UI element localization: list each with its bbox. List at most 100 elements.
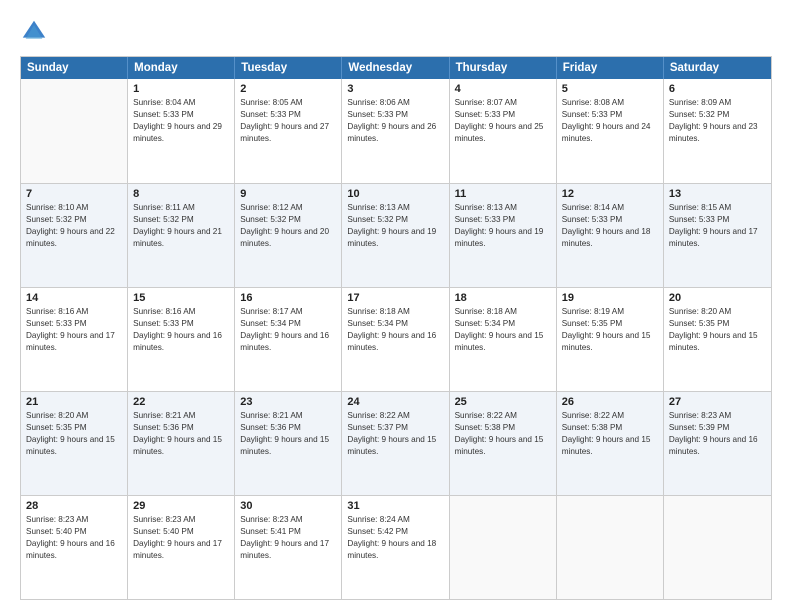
header-day-monday: Monday [128,57,235,79]
calendar-cell-2-3: 17Sunrise: 8:18 AM Sunset: 5:34 PM Dayli… [342,288,449,391]
day-info: Sunrise: 8:13 AM Sunset: 5:32 PM Dayligh… [347,202,443,250]
calendar-body: 1Sunrise: 8:04 AM Sunset: 5:33 PM Daylig… [21,79,771,599]
calendar-cell-0-1: 1Sunrise: 8:04 AM Sunset: 5:33 PM Daylig… [128,79,235,183]
day-number: 18 [455,292,551,304]
day-number: 10 [347,188,443,200]
logo-icon [20,18,48,46]
day-info: Sunrise: 8:09 AM Sunset: 5:32 PM Dayligh… [669,97,766,145]
day-info: Sunrise: 8:13 AM Sunset: 5:33 PM Dayligh… [455,202,551,250]
calendar-cell-4-6 [664,496,771,599]
day-info: Sunrise: 8:23 AM Sunset: 5:39 PM Dayligh… [669,410,766,458]
day-number: 6 [669,83,766,95]
calendar-cell-3-5: 26Sunrise: 8:22 AM Sunset: 5:38 PM Dayli… [557,392,664,495]
page: SundayMondayTuesdayWednesdayThursdayFrid… [0,0,792,612]
calendar-cell-3-4: 25 Sunrise: 8:22 AM Sunset: 5:38 PM Dayli… [450,392,557,495]
calendar-cell-2-4: 18 Sunrise: 8:18 AM Sunset: 5:34 PM Dayli… [450,288,557,391]
day-number: 4 [455,83,551,95]
header-day-thursday: Thursday [450,57,557,79]
calendar-cell-4-2: 30 Sunrise: 8:23 AM Sunset: 5:41 PM Dayli… [235,496,342,599]
calendar-cell-3-3: 24 Sunrise: 8:22 AM Sunset: 5:37 PM Dayli… [342,392,449,495]
calendar-cell-4-5 [557,496,664,599]
day-info: Sunrise: 8:22 AM Sunset: 5:37 PM Dayligh… [347,410,443,458]
day-info: Sunrise: 8:07 AM Sunset: 5:33 PM Dayligh… [455,97,551,145]
header-day-tuesday: Tuesday [235,57,342,79]
day-number: 21 [26,396,122,408]
calendar-cell-2-0: 14 Sunrise: 8:16 AM Sunset: 5:33 PM Dayli… [21,288,128,391]
calendar-row-1: 7 Sunrise: 8:10 AM Sunset: 5:32 PM Daylig… [21,183,771,287]
day-number: 29 [133,500,229,512]
day-info: Sunrise: 8:21 AM Sunset: 5:36 PM Dayligh… [133,410,229,458]
calendar-cell-1-3: 10 Sunrise: 8:13 AM Sunset: 5:32 PM Dayli… [342,184,449,287]
calendar-cell-3-2: 23Sunrise: 8:21 AM Sunset: 5:36 PM Dayli… [235,392,342,495]
calendar-cell-3-1: 22 Sunrise: 8:21 AM Sunset: 5:36 PM Dayli… [128,392,235,495]
day-info: Sunrise: 8:14 AM Sunset: 5:33 PM Dayligh… [562,202,658,250]
calendar-cell-0-6: 6 Sunrise: 8:09 AM Sunset: 5:32 PM Daylig… [664,79,771,183]
day-number: 16 [240,292,336,304]
day-number: 1 [133,83,229,95]
calendar-row-0: 1Sunrise: 8:04 AM Sunset: 5:33 PM Daylig… [21,79,771,183]
day-info: Sunrise: 8:10 AM Sunset: 5:32 PM Dayligh… [26,202,122,250]
day-info: Sunrise: 8:08 AM Sunset: 5:33 PM Dayligh… [562,97,658,145]
day-number: 7 [26,188,122,200]
calendar-row-2: 14 Sunrise: 8:16 AM Sunset: 5:33 PM Dayli… [21,287,771,391]
calendar-cell-0-3: 3 Sunrise: 8:06 AM Sunset: 5:33 PM Daylig… [342,79,449,183]
day-info: Sunrise: 8:05 AM Sunset: 5:33 PM Dayligh… [240,97,336,145]
calendar-cell-4-3: 31Sunrise: 8:24 AM Sunset: 5:42 PM Dayli… [342,496,449,599]
day-number: 15 [133,292,229,304]
calendar-cell-1-4: 11Sunrise: 8:13 AM Sunset: 5:33 PM Dayli… [450,184,557,287]
day-number: 3 [347,83,443,95]
calendar-cell-1-2: 9 Sunrise: 8:12 AM Sunset: 5:32 PM Daylig… [235,184,342,287]
day-info: Sunrise: 8:12 AM Sunset: 5:32 PM Dayligh… [240,202,336,250]
calendar-cell-0-0 [21,79,128,183]
calendar-cell-2-1: 15 Sunrise: 8:16 AM Sunset: 5:33 PM Dayli… [128,288,235,391]
calendar-cell-1-6: 13 Sunrise: 8:15 AM Sunset: 5:33 PM Dayli… [664,184,771,287]
calendar-cell-0-5: 5Sunrise: 8:08 AM Sunset: 5:33 PM Daylig… [557,79,664,183]
calendar-cell-1-1: 8 Sunrise: 8:11 AM Sunset: 5:32 PM Daylig… [128,184,235,287]
day-info: Sunrise: 8:16 AM Sunset: 5:33 PM Dayligh… [133,306,229,354]
calendar-row-4: 28 Sunrise: 8:23 AM Sunset: 5:40 PM Dayli… [21,495,771,599]
day-number: 13 [669,188,766,200]
day-number: 30 [240,500,336,512]
day-info: Sunrise: 8:23 AM Sunset: 5:40 PM Dayligh… [26,514,122,562]
day-info: Sunrise: 8:06 AM Sunset: 5:33 PM Dayligh… [347,97,443,145]
calendar-cell-4-4 [450,496,557,599]
day-info: Sunrise: 8:19 AM Sunset: 5:35 PM Dayligh… [562,306,658,354]
calendar: SundayMondayTuesdayWednesdayThursdayFrid… [20,56,772,600]
header-day-wednesday: Wednesday [342,57,449,79]
day-info: Sunrise: 8:18 AM Sunset: 5:34 PM Dayligh… [455,306,551,354]
calendar-cell-4-0: 28 Sunrise: 8:23 AM Sunset: 5:40 PM Dayli… [21,496,128,599]
calendar-row-3: 21 Sunrise: 8:20 AM Sunset: 5:35 PM Dayli… [21,391,771,495]
calendar-cell-1-5: 12Sunrise: 8:14 AM Sunset: 5:33 PM Dayli… [557,184,664,287]
day-info: Sunrise: 8:20 AM Sunset: 5:35 PM Dayligh… [26,410,122,458]
calendar-cell-3-0: 21 Sunrise: 8:20 AM Sunset: 5:35 PM Dayli… [21,392,128,495]
day-info: Sunrise: 8:15 AM Sunset: 5:33 PM Dayligh… [669,202,766,250]
calendar-cell-2-6: 20Sunrise: 8:20 AM Sunset: 5:35 PM Dayli… [664,288,771,391]
day-number: 19 [562,292,658,304]
day-number: 2 [240,83,336,95]
day-info: Sunrise: 8:16 AM Sunset: 5:33 PM Dayligh… [26,306,122,354]
day-number: 9 [240,188,336,200]
day-info: Sunrise: 8:17 AM Sunset: 5:34 PM Dayligh… [240,306,336,354]
calendar-cell-3-6: 27 Sunrise: 8:23 AM Sunset: 5:39 PM Dayli… [664,392,771,495]
day-number: 24 [347,396,443,408]
day-number: 28 [26,500,122,512]
day-number: 31 [347,500,443,512]
logo [20,18,52,46]
day-info: Sunrise: 8:20 AM Sunset: 5:35 PM Dayligh… [669,306,766,354]
day-number: 22 [133,396,229,408]
day-number: 27 [669,396,766,408]
day-info: Sunrise: 8:23 AM Sunset: 5:41 PM Dayligh… [240,514,336,562]
calendar-cell-0-2: 2 Sunrise: 8:05 AM Sunset: 5:33 PM Daylig… [235,79,342,183]
day-number: 23 [240,396,336,408]
calendar-header: SundayMondayTuesdayWednesdayThursdayFrid… [21,57,771,79]
calendar-cell-4-1: 29 Sunrise: 8:23 AM Sunset: 5:40 PM Dayli… [128,496,235,599]
day-info: Sunrise: 8:23 AM Sunset: 5:40 PM Dayligh… [133,514,229,562]
day-info: Sunrise: 8:11 AM Sunset: 5:32 PM Dayligh… [133,202,229,250]
day-number: 8 [133,188,229,200]
calendar-cell-2-5: 19 Sunrise: 8:19 AM Sunset: 5:35 PM Dayli… [557,288,664,391]
day-number: 26 [562,396,658,408]
header-day-saturday: Saturday [664,57,771,79]
day-info: Sunrise: 8:22 AM Sunset: 5:38 PM Dayligh… [455,410,551,458]
day-number: 14 [26,292,122,304]
day-number: 25 [455,396,551,408]
